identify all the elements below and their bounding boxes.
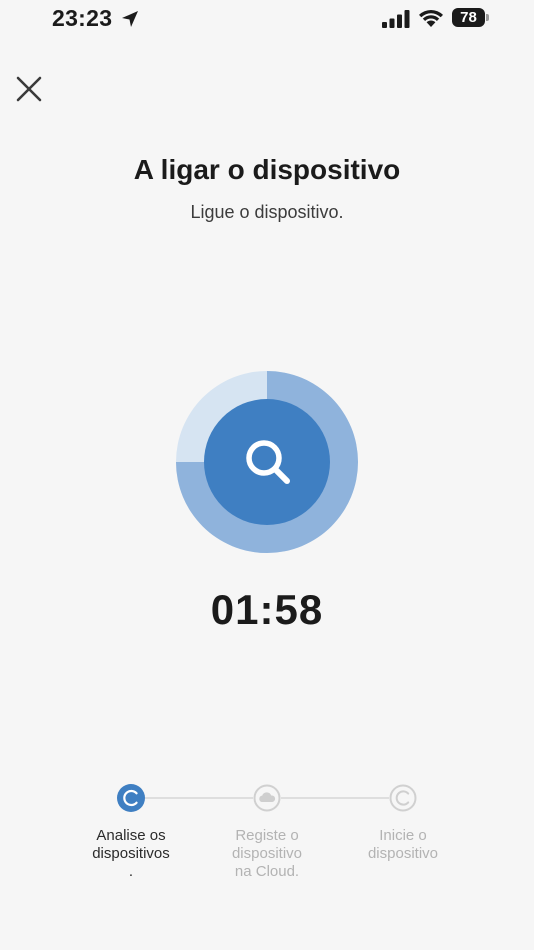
battery-indicator: 78 [452, 8, 489, 28]
scan-core [204, 399, 330, 525]
step-indicator-cloud [253, 784, 281, 812]
stepper-connector [145, 797, 253, 799]
battery-level: 78 [452, 8, 485, 27]
page-subtitle: Ligue o dispositivo. [190, 202, 344, 222]
scan-progress-graphic [176, 371, 358, 553]
step-label-scan: Analise os dispositivos . [92, 827, 170, 880]
battery-cap [486, 14, 489, 21]
location-arrow-icon [122, 11, 138, 27]
step-indicator-scan [117, 784, 145, 812]
countdown-timer: 01:58 [210, 586, 324, 633]
status-time: 23:23 [52, 5, 113, 31]
stepper-connector [281, 797, 389, 799]
status-bar: 23:23 78 [0, 0, 534, 40]
cellular-signal-icon [382, 10, 410, 28]
step-label-cloud: Registe o dispositivo na Cloud. [231, 827, 303, 880]
close-button[interactable] [12, 72, 46, 106]
step-label-start: Inicie o dispositivo [367, 827, 439, 862]
wifi-icon [419, 9, 443, 27]
close-icon [16, 76, 42, 102]
page-title: A ligar o dispositivo [133, 154, 401, 185]
step-indicator-start [389, 784, 417, 812]
device-pairing-screen: 23:23 78 A ligar o dispositivo Ligue o d… [0, 0, 534, 950]
